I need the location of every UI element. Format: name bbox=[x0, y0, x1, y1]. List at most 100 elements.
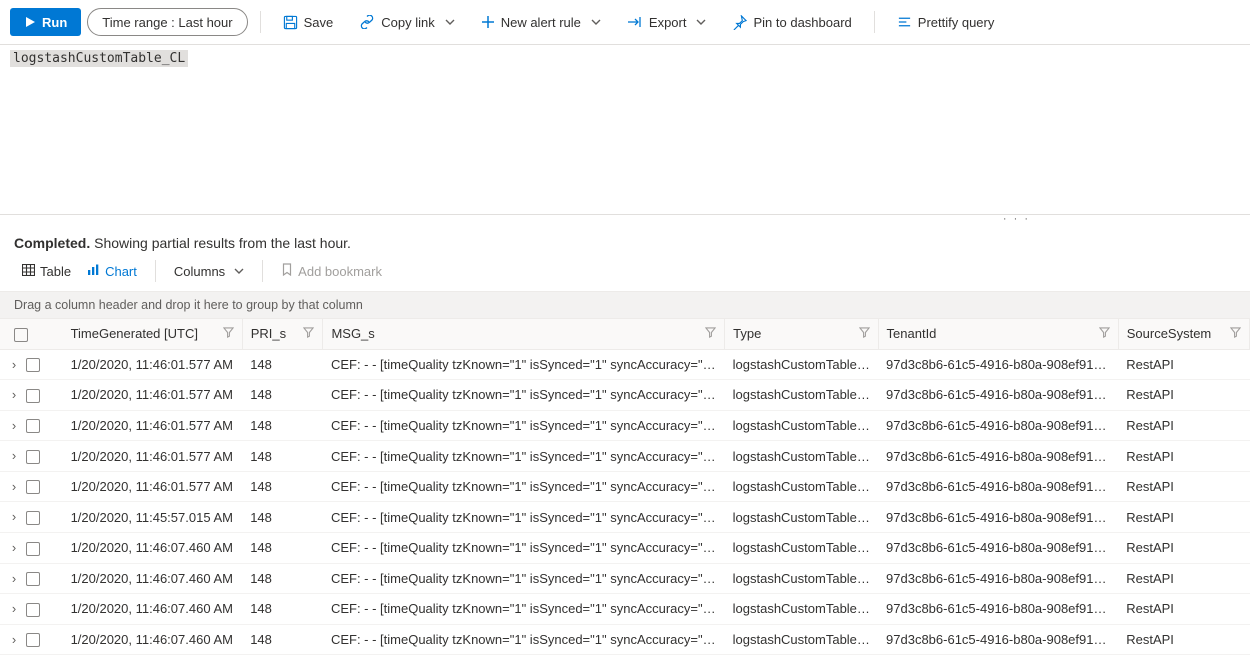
copy-link-button[interactable]: Copy link bbox=[349, 8, 464, 36]
table-row[interactable]: ›1/20/2020, 11:46:07.460 AM148CEF: - - [… bbox=[0, 532, 1250, 563]
cell-msg: CEF: - - [timeQuality tzKnown="1" isSync… bbox=[323, 380, 725, 411]
row-checkbox[interactable] bbox=[26, 358, 40, 372]
new-alert-button[interactable]: New alert rule bbox=[471, 8, 611, 36]
cell-time: 1/20/2020, 11:46:07.460 AM bbox=[63, 624, 243, 655]
header-type[interactable]: Type bbox=[725, 319, 878, 349]
cell-type: logstashCustomTable_CL bbox=[725, 349, 878, 380]
header-source[interactable]: SourceSystem bbox=[1118, 319, 1249, 349]
prettify-button[interactable]: Prettify query bbox=[887, 8, 1005, 36]
cell-src: RestAPI bbox=[1118, 502, 1249, 533]
cell-pri: 148 bbox=[242, 624, 323, 655]
time-range-button[interactable]: Time range : Last hour bbox=[87, 8, 247, 36]
expand-icon[interactable]: › bbox=[8, 479, 20, 494]
filter-icon[interactable] bbox=[303, 326, 314, 341]
cell-msg: CEF: - - [timeQuality tzKnown="1" isSync… bbox=[323, 410, 725, 441]
chevron-down-icon bbox=[445, 15, 455, 30]
cell-src: RestAPI bbox=[1118, 410, 1249, 441]
expand-icon[interactable]: › bbox=[8, 509, 20, 524]
row-checkbox[interactable] bbox=[26, 511, 40, 525]
tab-table[interactable]: Table bbox=[14, 260, 79, 283]
table-row[interactable]: ›1/20/2020, 11:46:01.577 AM148CEF: - - [… bbox=[0, 441, 1250, 472]
cell-time: 1/20/2020, 11:46:07.460 AM bbox=[63, 563, 243, 594]
save-button[interactable]: Save bbox=[273, 8, 344, 36]
table-row[interactable]: ›1/20/2020, 11:46:01.577 AM148CEF: - - [… bbox=[0, 349, 1250, 380]
group-by-hint[interactable]: Drag a column header and drop it here to… bbox=[0, 291, 1250, 319]
tab-table-label: Table bbox=[40, 264, 71, 279]
cell-tenant: 97d3c8b6-61c5-4916-b80a-908ef914d134 bbox=[878, 410, 1118, 441]
row-checkbox[interactable] bbox=[26, 419, 40, 433]
save-label: Save bbox=[304, 15, 334, 30]
chevron-down-icon bbox=[234, 264, 244, 279]
separator bbox=[874, 11, 875, 33]
filter-icon[interactable] bbox=[705, 326, 716, 341]
row-checkbox[interactable] bbox=[26, 542, 40, 556]
row-checkbox[interactable] bbox=[26, 572, 40, 586]
query-editor[interactable]: logstashCustomTable_CL bbox=[0, 45, 1250, 215]
plus-icon bbox=[481, 15, 495, 29]
separator bbox=[260, 11, 261, 33]
expand-icon[interactable]: › bbox=[8, 418, 20, 433]
row-checkbox[interactable] bbox=[26, 603, 40, 617]
table-row[interactable]: ›1/20/2020, 11:46:07.460 AM148CEF: - - [… bbox=[0, 594, 1250, 625]
tab-chart[interactable]: Chart bbox=[79, 260, 145, 283]
filter-icon[interactable] bbox=[1230, 326, 1241, 341]
select-all-checkbox[interactable] bbox=[14, 328, 28, 342]
run-button[interactable]: Run bbox=[10, 8, 81, 36]
separator bbox=[155, 260, 156, 282]
header-msg[interactable]: MSG_s bbox=[323, 319, 725, 349]
cell-msg: CEF: - - [timeQuality tzKnown="1" isSync… bbox=[323, 594, 725, 625]
expand-icon[interactable]: › bbox=[8, 540, 20, 555]
table-row[interactable]: ›1/20/2020, 11:46:01.577 AM148CEF: - - [… bbox=[0, 471, 1250, 502]
header-pri[interactable]: PRI_s bbox=[242, 319, 323, 349]
columns-button[interactable]: Columns bbox=[166, 260, 252, 283]
time-range-label: Time range : Last hour bbox=[102, 15, 232, 30]
bookmark-button[interactable]: Add bookmark bbox=[273, 259, 390, 283]
status-bold: Completed. bbox=[14, 235, 90, 251]
table-row[interactable]: ›1/20/2020, 11:46:07.460 AM148CEF: - - [… bbox=[0, 624, 1250, 655]
pin-button[interactable]: Pin to dashboard bbox=[722, 8, 861, 36]
cell-pri: 148 bbox=[242, 441, 323, 472]
expand-icon[interactable]: › bbox=[8, 571, 20, 586]
row-checkbox[interactable] bbox=[26, 450, 40, 464]
export-icon bbox=[627, 15, 643, 29]
export-button[interactable]: Export bbox=[617, 8, 717, 36]
cell-type: logstashCustomTable_CL bbox=[725, 410, 878, 441]
cell-time: 1/20/2020, 11:46:01.577 AM bbox=[63, 349, 243, 380]
play-icon bbox=[24, 16, 36, 28]
export-label: Export bbox=[649, 15, 687, 30]
new-alert-label: New alert rule bbox=[501, 15, 581, 30]
filter-icon[interactable] bbox=[223, 326, 234, 341]
filter-icon[interactable] bbox=[1099, 326, 1110, 341]
expand-icon[interactable]: › bbox=[8, 632, 20, 647]
cell-tenant: 97d3c8b6-61c5-4916-b80a-908ef914d134 bbox=[878, 563, 1118, 594]
table-row[interactable]: ›1/20/2020, 11:46:01.577 AM148CEF: - - [… bbox=[0, 410, 1250, 441]
filter-icon[interactable] bbox=[859, 326, 870, 341]
cell-tenant: 97d3c8b6-61c5-4916-b80a-908ef914d134 bbox=[878, 502, 1118, 533]
cell-tenant: 97d3c8b6-61c5-4916-b80a-908ef914d134 bbox=[878, 441, 1118, 472]
tab-chart-label: Chart bbox=[105, 264, 137, 279]
resize-handle[interactable]: · · · bbox=[0, 215, 1250, 225]
table-row[interactable]: ›1/20/2020, 11:46:07.460 AM148CEF: - - [… bbox=[0, 563, 1250, 594]
expand-icon[interactable]: › bbox=[8, 448, 20, 463]
expand-icon[interactable]: › bbox=[8, 357, 20, 372]
cell-msg: CEF: - - [timeQuality tzKnown="1" isSync… bbox=[323, 349, 725, 380]
cell-tenant: 97d3c8b6-61c5-4916-b80a-908ef914d134 bbox=[878, 349, 1118, 380]
bookmark-icon bbox=[281, 263, 293, 279]
header-type-label: Type bbox=[733, 326, 761, 341]
expand-icon[interactable]: › bbox=[8, 387, 20, 402]
header-timegenerated[interactable]: TimeGenerated [UTC] bbox=[63, 319, 243, 349]
cell-src: RestAPI bbox=[1118, 441, 1249, 472]
expand-icon[interactable]: › bbox=[8, 601, 20, 616]
cell-pri: 148 bbox=[242, 380, 323, 411]
cell-tenant: 97d3c8b6-61c5-4916-b80a-908ef914d134 bbox=[878, 380, 1118, 411]
link-icon bbox=[359, 15, 375, 29]
header-timegenerated-label: TimeGenerated [UTC] bbox=[71, 326, 198, 341]
row-checkbox[interactable] bbox=[26, 480, 40, 494]
row-checkbox[interactable] bbox=[26, 389, 40, 403]
chart-icon bbox=[87, 264, 100, 279]
table-row[interactable]: ›1/20/2020, 11:46:01.577 AM148CEF: - - [… bbox=[0, 380, 1250, 411]
row-checkbox[interactable] bbox=[26, 633, 40, 647]
header-tenant[interactable]: TenantId bbox=[878, 319, 1118, 349]
table-row[interactable]: ›1/20/2020, 11:45:57.015 AM148CEF: - - [… bbox=[0, 502, 1250, 533]
cell-pri: 148 bbox=[242, 471, 323, 502]
